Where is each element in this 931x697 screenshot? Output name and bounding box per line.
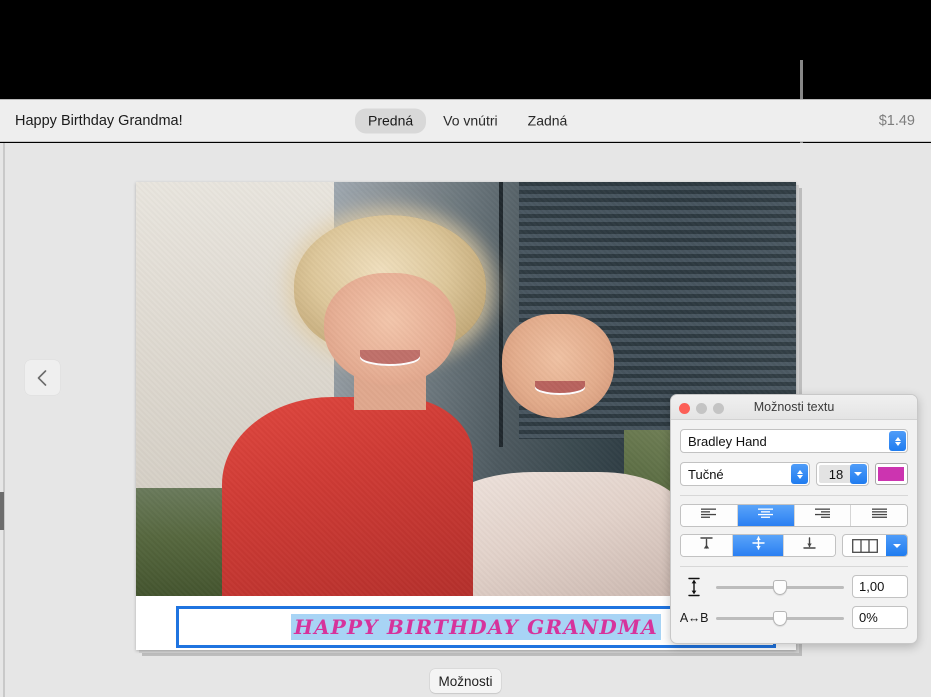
font-family-value: Bradley Hand [688,434,767,449]
align-middle-icon [751,536,766,555]
font-style-select[interactable]: Tučné [680,462,810,486]
horizontal-alignment-group [680,504,908,527]
chevron-down-icon[interactable] [886,535,907,556]
text-color-swatch[interactable] [875,463,908,485]
scrollbar-thumb[interactable] [0,492,4,530]
align-justify-icon [871,507,888,525]
tab-zadna[interactable]: Zadná [515,108,581,133]
text-options-panel: Možnosti textu Bradley Hand Tučné [670,394,918,644]
character-spacing-label: A↔B [680,611,708,625]
slider-knob[interactable] [773,580,787,595]
line-spacing-slider[interactable] [716,579,844,595]
line-spacing-value[interactable]: 1,00 [852,575,908,598]
zoom-icon[interactable] [713,403,724,414]
toolbar: Happy Birthday Grandma! Predná Vo vnútri… [0,99,931,142]
character-spacing-icon: A↔B [680,611,708,625]
character-spacing-slider[interactable] [716,610,844,626]
stepper-icon[interactable] [889,431,906,451]
vertical-alignment-row [680,534,908,557]
panel-body: Bradley Hand Tučné 18 [671,420,917,629]
back-button[interactable] [25,360,60,395]
font-family-select[interactable]: Bradley Hand [680,429,908,453]
align-justify-button[interactable] [851,505,907,526]
card-text[interactable]: HAPPY BIRTHDAY GRANDMA [291,614,661,640]
line-spacing-icon [680,577,708,597]
chevron-down-icon[interactable] [850,464,867,484]
stepper-icon[interactable] [791,464,808,484]
align-center-icon [757,507,774,525]
left-edge-divider [3,143,5,697]
align-bottom-button[interactable] [784,535,835,556]
line-spacing-row: 1,00 [680,575,908,598]
page-title: Happy Birthday Grandma! [15,113,183,129]
align-left-button[interactable] [681,505,738,526]
align-center-button[interactable] [738,505,795,526]
close-icon[interactable] [679,403,690,414]
tab-vo-vnutri[interactable]: Vo vnútri [430,108,510,133]
align-bottom-icon [802,536,817,555]
minimize-icon[interactable] [696,403,707,414]
options-button[interactable]: Možnosti [430,669,501,693]
character-spacing-value[interactable]: 0% [852,606,908,629]
font-size-select[interactable]: 18 [816,462,869,486]
screen: Happy Birthday Grandma! Predná Vo vnútri… [0,0,931,697]
columns-button[interactable] [842,534,908,557]
font-style-value: Tučné [688,467,724,482]
slider-knob[interactable] [773,611,787,626]
price-label: $1.49 [879,113,915,129]
font-size-value: 18 [819,465,853,483]
columns-icon [843,535,886,556]
divider [680,566,908,567]
align-top-button[interactable] [681,535,733,556]
panel-titlebar: Možnosti textu [671,395,917,420]
color-chip [878,467,904,481]
window-controls [679,403,724,414]
font-family-row: Bradley Hand [680,429,908,453]
vertical-alignment-group [680,534,836,557]
divider [680,495,908,496]
chevron-left-icon [36,369,49,387]
font-style-row: Tučné 18 [680,462,908,486]
align-left-icon [700,507,717,525]
tab-bar: Predná Vo vnútri Zadná [355,108,580,133]
tab-predna[interactable]: Predná [355,108,426,133]
character-spacing-row: A↔B 0% [680,606,908,629]
align-middle-button[interactable] [733,535,785,556]
align-top-icon [699,536,714,555]
align-right-icon [814,507,831,525]
align-right-button[interactable] [795,505,852,526]
